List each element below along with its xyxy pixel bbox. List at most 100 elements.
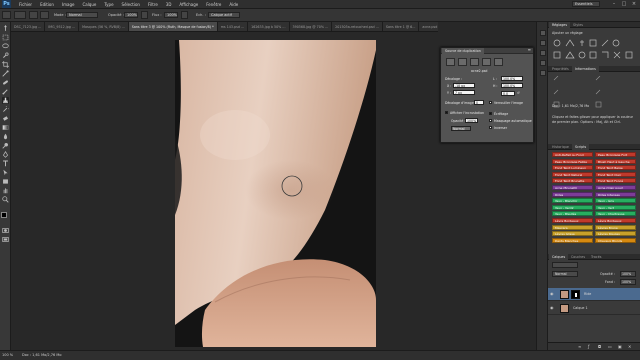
action-button[interactable]: Yeux - Blanchir — [552, 198, 593, 204]
tab-document[interactable]: ms 143.psd ... — [217, 22, 249, 31]
clone-stamp-tool-icon[interactable] — [2, 11, 11, 19]
flow-field[interactable]: 100% — [164, 12, 178, 18]
airbrush-icon[interactable] — [181, 11, 188, 19]
action-button[interactable]: Acne (Clair pour) — [595, 185, 636, 190]
lock-frame-checkbox[interactable] — [489, 101, 492, 104]
menu-selection[interactable]: Sélection — [122, 2, 140, 7]
spot-healing-tool-icon[interactable] — [2, 79, 9, 86]
layer-blend-select[interactable]: Normal — [552, 271, 578, 277]
new-layer-icon[interactable]: ▣ — [618, 344, 622, 349]
menu-image[interactable]: Image — [62, 2, 75, 7]
fx-icon[interactable]: ƒ — [588, 344, 589, 349]
tab-document[interactable]: 201505a-retouched.psd ... — [332, 22, 383, 31]
action-button[interactable]: Peau Bronzage Faible — [552, 158, 593, 164]
action-button[interactable]: Fond Teint Foncé — [595, 178, 636, 184]
dodge-tool-icon[interactable] — [2, 142, 9, 149]
history-panel-icon[interactable] — [540, 30, 546, 36]
tab-adjustments[interactable]: Réglages — [549, 22, 571, 28]
brush-preset-picker[interactable] — [14, 11, 26, 19]
width-scale-field[interactable]: 100,0% — [501, 76, 523, 81]
crop-tool-icon[interactable] — [2, 61, 9, 68]
action-button[interactable]: Anti-Reflet ou Fond — [552, 152, 593, 157]
tab-paths[interactable]: Tracés — [588, 254, 604, 260]
clone-source-5-icon[interactable] — [494, 58, 503, 66]
menu-filtre[interactable]: Filtre — [148, 2, 158, 7]
action-button[interactable]: Rides — [552, 191, 593, 197]
action-button[interactable]: Fond Teint Beige — [595, 165, 636, 171]
menu-affichage[interactable]: Affichage — [179, 2, 198, 7]
tab-properties[interactable]: Propriétés — [549, 66, 572, 72]
action-button[interactable]: Lèvres Brune — [595, 224, 636, 230]
tab-document[interactable]: IMG_9512.jpg ... — [45, 22, 80, 31]
panel-menu-icon[interactable]: ≡ — [528, 47, 531, 52]
menu-aide[interactable]: Aide — [229, 2, 238, 7]
zoom-level[interactable]: 100 % — [2, 353, 13, 357]
layer-opacity-field[interactable]: 100% — [620, 271, 636, 277]
menu-calque[interactable]: Calque — [82, 2, 96, 7]
tab-document-active[interactable]: Sans titre 3 @ 100% (Ruth, Masque de fus… — [128, 22, 218, 31]
action-button[interactable]: Acne (Brunett) — [552, 185, 593, 190]
maximize-icon[interactable]: □ — [620, 1, 628, 7]
tab-document[interactable]: Masques (56 %, RVB/8) ... — [79, 22, 129, 31]
layer-filter-select[interactable] — [552, 262, 578, 268]
menu-type[interactable]: Type — [104, 2, 113, 7]
brush-presets-icon[interactable] — [540, 60, 546, 66]
path-selection-tool-icon[interactable] — [2, 169, 9, 176]
tab-actions[interactable]: Scripts — [572, 144, 590, 150]
clone-source-1-icon[interactable] — [446, 58, 455, 66]
action-button[interactable]: Fond Teint Clair — [595, 171, 636, 177]
autohide-checkbox[interactable] — [489, 119, 492, 122]
tab-document[interactable]: 390568.jpg @ 70% ... — [289, 22, 333, 31]
clone-stamp-tool-icon[interactable] — [2, 97, 9, 104]
screen-mode-icon[interactable] — [2, 236, 9, 243]
layer-name[interactable]: Calque 1 — [573, 306, 588, 310]
layer-mask-thumbnail[interactable] — [571, 290, 580, 299]
tab-document[interactable]: acne.psd @ 50... — [419, 22, 438, 31]
brush-tool-icon[interactable] — [2, 88, 9, 95]
eyedropper-tool-icon[interactable] — [2, 70, 9, 77]
action-button[interactable]: Fond Teint Naturel — [552, 171, 593, 177]
link-layers-icon[interactable]: ∞ — [578, 344, 581, 349]
invert-checkbox[interactable] — [489, 126, 492, 129]
tab-styles[interactable]: Styles — [570, 22, 586, 28]
workspace-switcher[interactable]: Essentiels — [572, 1, 600, 7]
action-button[interactable]: Rides Intenses — [595, 191, 636, 197]
add-mask-icon[interactable]: ◘ — [598, 344, 601, 349]
action-button[interactable]: Yeux - Verdir — [552, 204, 593, 210]
action-button[interactable]: Lèvre Bordeaux — [552, 218, 593, 223]
action-button[interactable]: Peau Bronzage Fort — [595, 152, 636, 157]
hand-tool-icon[interactable] — [2, 187, 9, 194]
angle-reset-icon[interactable]: ↺ — [517, 91, 520, 95]
tab-layers[interactable]: Calques — [549, 254, 569, 260]
clipped-checkbox[interactable] — [489, 112, 492, 115]
history-brush-tool-icon[interactable] — [2, 106, 9, 113]
menu-fenetre[interactable]: Fenêtre — [206, 2, 221, 7]
action-button[interactable]: Lèvres Rouges — [595, 231, 636, 237]
action-button[interactable]: Blush Haut à Gauche — [595, 158, 636, 164]
action-button[interactable]: Cheveux Blonds — [595, 237, 636, 243]
overlay-opacity-field[interactable]: 100% — [465, 118, 478, 123]
action-button[interactable]: Fond Teint Brunette — [552, 178, 593, 184]
new-group-icon[interactable]: ▭ — [608, 344, 612, 349]
menu-3d[interactable]: 3D — [166, 2, 172, 7]
visibility-eye-icon[interactable]: ◉ — [550, 291, 554, 296]
trash-icon[interactable]: ✕ — [628, 344, 631, 349]
clone-source-2-icon[interactable] — [458, 58, 467, 66]
tab-info[interactable]: Informations — [572, 66, 599, 72]
marquee-tool-icon[interactable] — [2, 34, 9, 41]
tab-clone-source[interactable]: Source de duplication — [442, 48, 484, 54]
tab-document[interactable]: DSC_7123.jpg ... — [11, 22, 46, 31]
visibility-eye-icon[interactable]: ◉ — [550, 305, 554, 310]
clone-source-4-icon[interactable] — [482, 58, 491, 66]
action-button[interactable]: Mascara — [552, 224, 593, 230]
tab-document[interactable]: Sans titre 1 @ 6... — [382, 22, 420, 31]
menu-edition[interactable]: Edition — [40, 2, 54, 7]
layer-row[interactable]: ◉ Calque 1 — [548, 302, 640, 315]
x-offset-field[interactable]: -18 px — [453, 83, 475, 88]
frame-offset-field[interactable]: 0 — [474, 100, 484, 105]
type-tool-icon[interactable] — [2, 160, 9, 167]
action-button[interactable]: Yeux - Vert — [595, 204, 636, 210]
pressure-opacity-icon[interactable] — [141, 11, 148, 19]
document-image[interactable] — [175, 40, 376, 347]
tab-history[interactable]: Historique — [549, 144, 572, 150]
